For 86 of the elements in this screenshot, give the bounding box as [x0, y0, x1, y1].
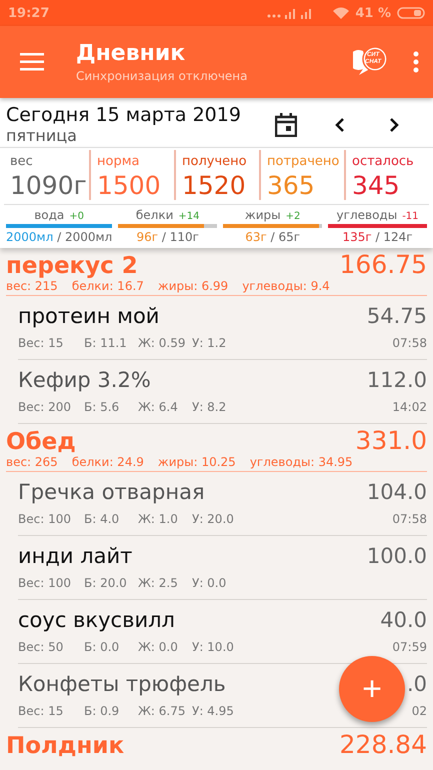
next-day-button[interactable] — [389, 116, 399, 132]
food-name[interactable]: протеин мой — [18, 304, 160, 328]
food-fat: Ж: 2.5 — [138, 576, 179, 592]
stat-label: получено — [182, 154, 248, 169]
food-weight: Вес: 50 — [18, 640, 64, 656]
stat-value: 1500 — [97, 171, 162, 200]
food-time: 07:58 — [392, 336, 427, 352]
battery-icon — [397, 7, 425, 19]
food-carbs: У: 8.2 — [192, 400, 228, 416]
screen-title: Дневник — [76, 41, 186, 66]
stat-label: вес — [10, 154, 34, 169]
food-carbs: У: 4.95 — [192, 704, 235, 720]
food-protein: Б: 5.6 — [84, 400, 120, 416]
food-fat: Ж: 0.0 — [138, 640, 179, 656]
stat-label: норма — [97, 154, 140, 169]
calendar-button[interactable] — [275, 112, 297, 136]
food-calories: 54.75 — [366, 304, 427, 328]
meal-total: 228.84 — [340, 730, 427, 759]
stat-value: 345 — [352, 171, 401, 200]
meal-name: перекус 2 — [6, 253, 138, 279]
macro-value: 2000мл / 2000мл — [6, 230, 112, 244]
meal-summary: углеводы: 34.95 — [250, 455, 353, 469]
date-title: Сегодня 15 марта 2019 — [6, 104, 242, 126]
food-time: 07:58 — [392, 512, 427, 528]
food-fat: Ж: 1.0 — [138, 512, 179, 528]
battery-text: 41 % — [355, 6, 391, 20]
meal-total: 166.75 — [340, 250, 427, 279]
food-name[interactable]: Гречка отварная — [18, 480, 205, 504]
meal-summary: вес: 215 — [6, 279, 58, 293]
stat-label: осталось — [352, 154, 415, 169]
food-fat: Ж: 0.59 — [138, 336, 187, 352]
food-name[interactable]: инди лайт — [18, 544, 132, 568]
meal-summary: углеводы: 9.4 — [242, 279, 330, 293]
food-fat: Ж: 6.4 — [138, 400, 179, 416]
food-weight: Вес: 100 — [18, 576, 72, 592]
macro-value: 135г / 124г — [342, 230, 413, 244]
food-calories: .0 — [406, 672, 427, 696]
food-carbs: У: 10.0 — [192, 640, 235, 656]
more-button[interactable] — [413, 51, 419, 73]
stat-value: 365 — [267, 171, 316, 200]
food-time: 07:59 — [392, 640, 427, 656]
food-calories: 104.0 — [366, 480, 427, 504]
macro-label: жиры +2 — [244, 208, 300, 222]
macro-label: углеводы -11 — [336, 208, 419, 222]
menu-button[interactable] — [20, 53, 44, 71]
food-protein: Б: 0.0 — [84, 640, 120, 656]
food-protein: Б: 11.1 — [84, 336, 128, 352]
meal-name: Обед — [6, 429, 76, 455]
food-time: 02 — [412, 704, 427, 720]
food-name[interactable]: Кефир 3.2% — [18, 368, 151, 392]
meal-summary: вес: 265 — [6, 455, 58, 469]
food-protein: Б: 0.9 — [84, 704, 120, 720]
macro-label: белки +14 — [136, 208, 200, 222]
food-name[interactable]: соус вкусвилл — [18, 608, 175, 632]
weekday-label: пятница — [6, 126, 78, 145]
food-protein: Б: 20.0 — [84, 576, 128, 592]
food-carbs: У: 1.2 — [192, 336, 228, 352]
food-carbs: У: 20.0 — [192, 512, 235, 528]
food-weight: Вес: 15 — [18, 704, 64, 720]
meal-summary: жиры: 10.25 — [158, 455, 236, 469]
food-weight: Вес: 15 — [18, 336, 64, 352]
food-carbs: У: 0.0 — [192, 576, 228, 592]
previous-day-button[interactable] — [335, 116, 345, 132]
stat-value: 1090г — [10, 171, 88, 200]
macro-label: вода +0 — [34, 208, 84, 222]
meal-total: 331.0 — [355, 426, 427, 455]
food-weight: Вес: 200 — [18, 400, 72, 416]
food-protein: Б: 4.0 — [84, 512, 120, 528]
macro-value: 96г / 110г — [136, 230, 199, 244]
macro-value: 63г / 65г — [245, 230, 300, 244]
food-fat: Ж: 6.75 — [138, 704, 187, 720]
sync-status: Синхронизация отключена — [76, 69, 248, 83]
food-name[interactable]: Конфеты трюфель — [18, 672, 226, 696]
food-calories: 40.0 — [380, 608, 427, 632]
stat-value: 1520 — [182, 171, 247, 200]
clock-time: 19:27 — [8, 6, 50, 20]
wifi-icon — [333, 7, 350, 19]
meal-summary: белки: 24.9 — [72, 455, 144, 469]
food-calories: 112.0 — [366, 368, 427, 392]
stat-label: потрачено — [267, 154, 340, 169]
food-weight: Вес: 100 — [18, 512, 72, 528]
food-time: 14:02 — [392, 400, 427, 416]
meal-summary: жиры: 6.99 — [158, 279, 228, 293]
meal-name: Полдник — [6, 733, 124, 759]
food-calories: 100.0 — [366, 544, 427, 568]
meal-summary: белки: 16.7 — [72, 279, 144, 293]
